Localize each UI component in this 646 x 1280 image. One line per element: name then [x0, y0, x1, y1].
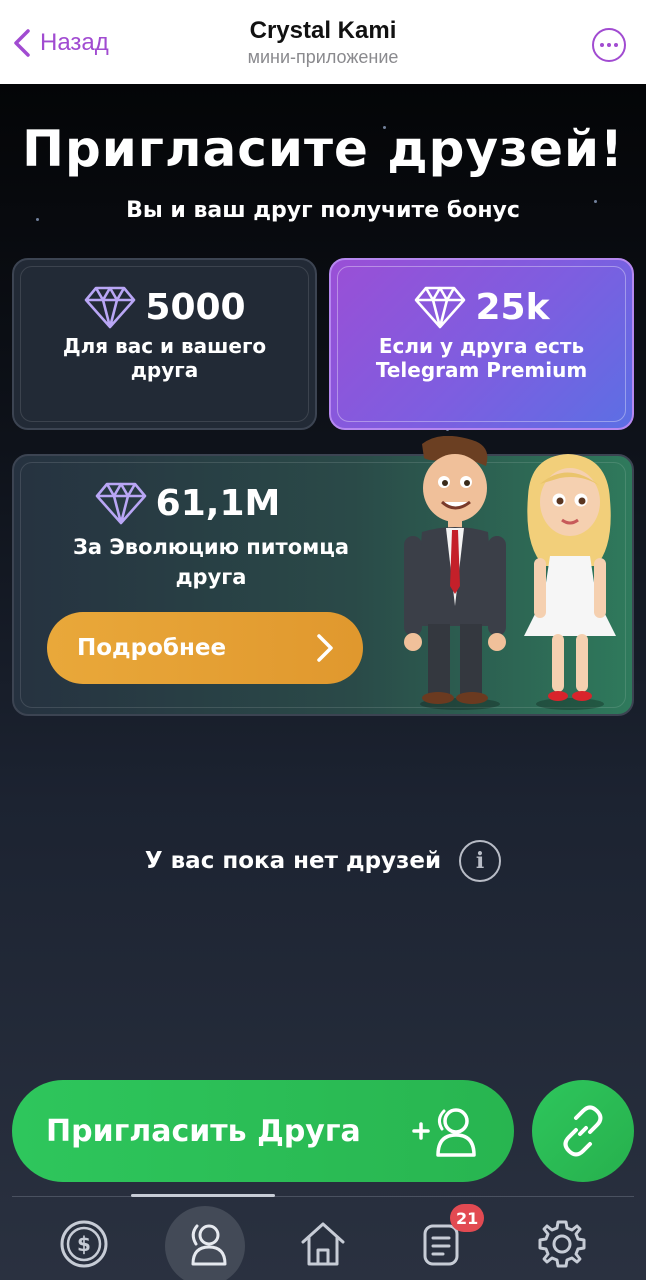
bonus-description: Если у друга есть Telegram Premium: [341, 334, 622, 382]
more-options-icon[interactable]: [592, 28, 626, 62]
header-titles: Crystal Kami мини-приложение: [0, 16, 646, 68]
invite-friend-label: Пригласить Друга: [46, 1113, 361, 1149]
empty-friends-text: У вас пока нет друзей: [144, 848, 442, 874]
couple-illustration: [404, 436, 616, 710]
tasks-badge: 21: [450, 1204, 485, 1232]
diamond-icon: [95, 482, 146, 525]
diamond-icon: [85, 286, 136, 329]
settings-icon: [538, 1220, 586, 1268]
bonus-value: 25k: [475, 286, 550, 328]
evolution-desc-line: друга: [175, 565, 247, 589]
bonus-card-regular: 5000 Для вас и вашего друга: [12, 258, 317, 430]
nav-friends[interactable]: [175, 1214, 235, 1274]
invite-friend-button[interactable]: Пригласить Друга: [12, 1080, 514, 1182]
main-content: Пригласите друзей! Вы и ваш друг получит…: [0, 84, 646, 1280]
mini-app-header: Назад Crystal Kami мини-приложение: [0, 0, 646, 84]
evolution-description: За Эволюцию питомца друга: [14, 532, 408, 592]
link-icon: [563, 1105, 603, 1157]
details-button[interactable]: Подробнее: [47, 612, 363, 684]
bonus-desc-line: Если у друга есть: [378, 334, 585, 358]
app-title: Crystal Kami: [249, 17, 397, 44]
bottom-navigation: $ 21: [0, 1200, 646, 1280]
page-subtitle: Вы и ваш друг получите бонус: [126, 198, 520, 223]
empty-friends-state: У вас пока нет друзей i: [0, 840, 646, 882]
bonus-desc-line: Для вас и вашего: [62, 334, 267, 358]
bonus-desc-line: Telegram Premium: [375, 358, 588, 382]
app-subtitle: мини-приложение: [247, 47, 399, 67]
chevron-right-icon: [317, 634, 333, 662]
bonus-value: 5000: [145, 286, 246, 328]
evolution-desc-line: За Эволюцию питомца: [72, 535, 350, 559]
diamond-icon: [415, 286, 466, 329]
nav-home[interactable]: [293, 1214, 353, 1274]
friends-icon: [191, 1224, 227, 1266]
info-icon[interactable]: i: [459, 840, 502, 882]
add-user-icon: [412, 1108, 476, 1157]
bonus-description: Для вас и вашего друга: [24, 334, 305, 382]
bonus-desc-line: друга: [130, 358, 199, 382]
nav-active-indicator: [131, 1194, 275, 1197]
nav-divider: [12, 1196, 634, 1197]
copy-link-button[interactable]: [532, 1080, 634, 1182]
nav-earn[interactable]: $: [54, 1214, 114, 1274]
nav-settings[interactable]: [532, 1214, 592, 1274]
details-button-label: Подробнее: [77, 635, 227, 661]
evolution-value: 61,1M: [155, 482, 281, 524]
home-icon: [301, 1222, 345, 1266]
dollar-coin-icon: $: [60, 1220, 108, 1268]
page-title: Пригласите друзей!: [22, 120, 624, 178]
svg-text:$: $: [77, 1232, 91, 1256]
bonus-card-premium: 25k Если у друга есть Telegram Premium: [329, 258, 634, 430]
